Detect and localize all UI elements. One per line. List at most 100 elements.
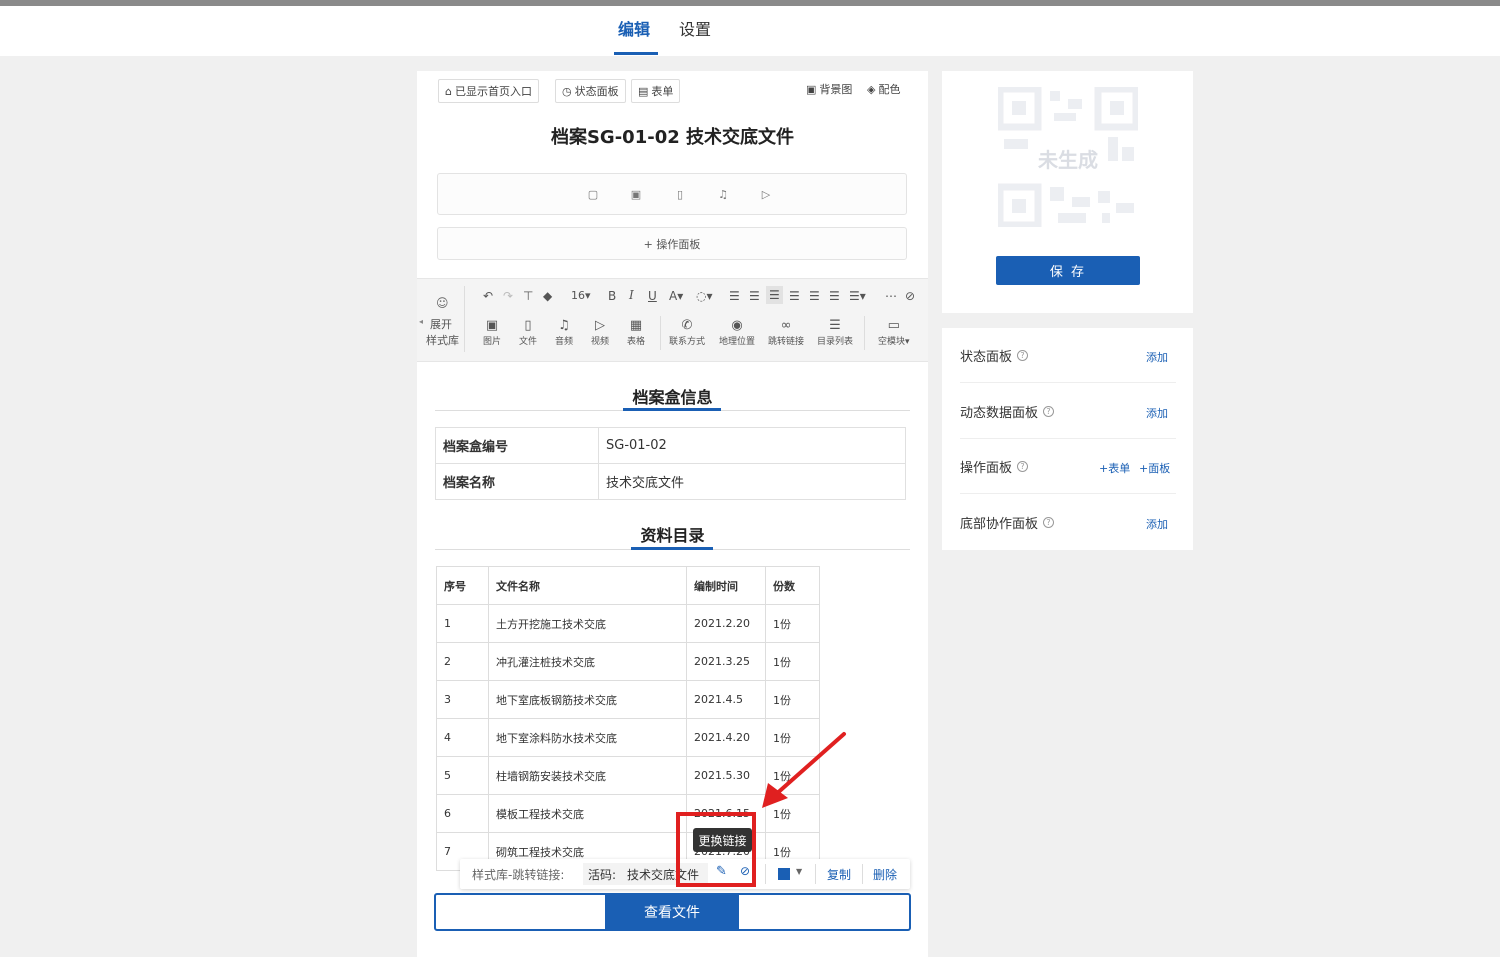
font-color-icon[interactable]: A▾ [669,289,683,303]
text-icon[interactable]: ▢ [586,187,600,201]
add-panel-link[interactable]: +面板 [1139,460,1170,476]
column-header: 编制时间 [686,566,766,605]
save-button[interactable]: 保 存 [996,256,1140,285]
align-right-icon[interactable]: ☰ [809,289,820,303]
bullet-list-icon[interactable]: ☰ [749,289,760,303]
clock-icon: ◷ [562,84,572,98]
insert-file-button[interactable]: ▯ 文件 [519,318,537,347]
tab-edit[interactable]: 编辑 [618,16,650,40]
tab-settings[interactable]: 设置 [679,16,711,40]
add-operation-panel-button[interactable]: + 操作面板 [437,227,907,260]
italic-icon[interactable]: I [629,288,634,302]
table-row: 1 土方开挖施工技术交底 2021.2.20 1份 [436,604,820,643]
music-icon: ♫ [558,318,570,333]
home-entry-chip[interactable]: ⌂ 已显示首页入口 [438,79,539,103]
style-library-label[interactable]: 样式库 [426,332,459,348]
toolbar-divider [765,864,766,884]
location-pin-icon: ◉ [731,318,743,333]
video-icon[interactable]: ▷ [759,187,773,201]
toolbar-divider [864,316,865,350]
music-icon[interactable]: ♫ [716,187,730,201]
live-code-prefix: 活码: [588,868,617,882]
toolbar-divider [464,286,465,352]
link-icon[interactable]: ⊘ [905,289,915,303]
font-size-value: 16 [571,289,585,302]
highlight-box [676,812,756,887]
image-icon[interactable]: ▣ [629,187,643,201]
file-icon: ▯ [524,318,532,333]
redo-icon[interactable]: ↷ [503,289,513,303]
background-image-link[interactable]: ▣ 背景图 [806,81,852,97]
link-icon: ∞ [780,318,792,333]
align-center-icon[interactable]: ☰ [789,289,800,303]
directory-heading: 资料目录 [640,526,705,545]
heading-underline [631,547,713,550]
help-icon[interactable]: ? [1017,461,1029,472]
undo-icon[interactable]: ↶ [483,289,493,303]
media-insert-box[interactable] [437,173,907,215]
heading-underline [623,408,721,411]
insert-table-button[interactable]: ▦ 表格 [627,318,645,347]
table-row: 档案盒编号 SG-01-02 [435,427,906,464]
add-dynamic-panel-link[interactable]: 添加 [1146,405,1168,421]
form-label: 表单 [651,85,674,98]
home-icon: ⌂ [445,84,452,98]
column-header: 份数 [765,566,820,605]
help-icon[interactable]: ? [1043,517,1055,528]
panel-label: 底部协作面板 [960,517,1039,532]
list-icon: ☰ [829,318,841,333]
align-left-icon[interactable]: ☰ [766,286,783,304]
table-row: 3 地下室底板钢筋技术交底 2021.4.5 1份 [436,680,820,719]
directory-table: 序号 文件名称 编制时间 份数 1 土方开挖施工技术交底 2021.2.20 1份 2… [436,566,820,871]
view-file-button[interactable]: 查看文件 [605,893,739,931]
status-panel-chip[interactable]: ◷ 状态面板 [555,79,626,103]
ordered-list-icon[interactable]: ☰ [729,289,740,303]
format-painter-icon[interactable]: ⊤ [523,289,533,303]
add-form-link[interactable]: +表单 [1099,460,1130,476]
row-divider [960,493,1176,494]
table-icon: ▦ [629,318,643,333]
highlight-icon[interactable]: ◌▾ [696,289,713,303]
eraser-icon[interactable]: ◆ [543,289,552,303]
status-panel-label: 状态面板 [574,85,619,98]
panel-row-bottom-collab: 底部协作面板 ? [960,513,1176,532]
insert-directory-button[interactable]: ☰ 目录列表 [817,318,853,347]
column-header: 文件名称 [488,566,687,605]
underline-icon[interactable]: U [648,289,657,303]
row-divider [960,382,1176,383]
chevron-down-icon[interactable]: ▼ [796,867,802,876]
color-swatch[interactable] [778,868,790,880]
table-cell: SG-01-02 [598,427,906,464]
toolbar-divider [815,864,816,884]
help-icon[interactable]: ? [1017,350,1029,361]
insert-jump-link-button[interactable]: ∞ 跳转链接 [768,318,804,347]
insert-location-button[interactable]: ◉ 地理位置 [719,318,755,347]
expand-label[interactable]: 展开 [430,316,452,332]
delete-button[interactable]: 删除 [873,866,897,883]
phone-icon: ✆ [681,318,693,333]
insert-audio-button[interactable]: ♫ 音频 [555,318,573,347]
insert-video-button[interactable]: ▷ 视频 [591,318,609,347]
line-height-icon[interactable]: ☰▾ [849,289,866,303]
bold-icon[interactable]: B [608,289,616,303]
palette-icon[interactable]: ☺ [436,296,449,310]
table-cell: 技术交底文件 [598,463,906,500]
video-icon: ▷ [595,318,605,333]
divider-line-icon[interactable]: ⋯ [885,289,897,303]
form-chip[interactable]: ▤ 表单 [631,79,681,103]
qr-placeholder-label: 未生成 [1038,148,1098,172]
file-icon[interactable]: ▯ [673,187,687,201]
row-divider [960,438,1176,439]
insert-empty-module-button[interactable]: ▭ 空模块▾ [878,318,910,347]
add-bottom-panel-link[interactable]: 添加 [1146,516,1168,532]
insert-image-button[interactable]: ▣ 图片 [483,318,501,347]
font-size-select[interactable]: 16▾ [571,289,591,302]
align-justify-icon[interactable]: ☰ [829,289,840,303]
color-scheme-link[interactable]: ◈ 配色 [867,81,900,97]
insert-contact-button[interactable]: ✆ 联系方式 [669,318,705,347]
help-icon[interactable]: ? [1043,406,1055,417]
caret-left-icon: ◂ [419,317,424,326]
paint-bucket-icon: ◈ [867,82,876,96]
add-status-panel-link[interactable]: 添加 [1146,349,1168,365]
copy-button[interactable]: 复制 [827,866,851,883]
